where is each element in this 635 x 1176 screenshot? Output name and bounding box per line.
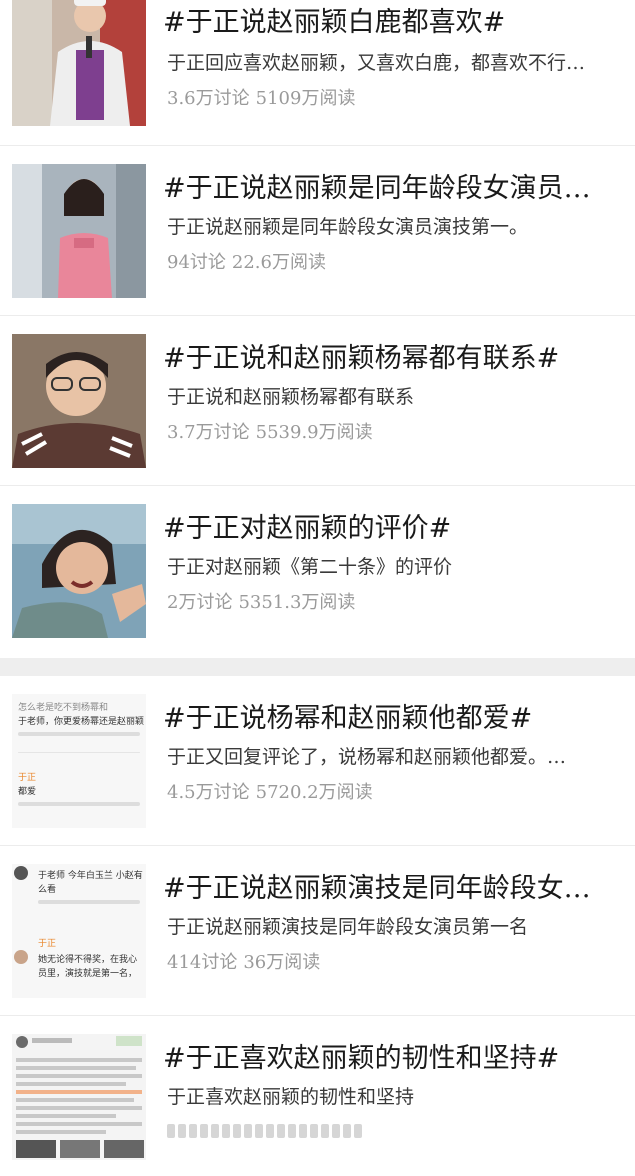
screenshot-text: 怎么老是吃不到杨幂和 <box>18 703 109 713</box>
person-photo-icon <box>12 504 146 638</box>
topic-list: #于正说赵丽颖白鹿都喜欢# 于正回应喜欢赵丽颖，又喜欢白鹿，都喜欢不行… 3.6… <box>0 0 635 1176</box>
topic-thumbnail[interactable] <box>12 164 146 298</box>
discussion-count: 4.5万讨论 <box>167 782 250 803</box>
topic-description: 于正说和赵丽颖杨幂都有联系 <box>167 386 415 408</box>
topic-title[interactable]: #于正说赵丽颖演技是同年龄段女… <box>163 866 623 905</box>
screenshot-text: 么看 <box>38 885 57 895</box>
topic-title[interactable]: #于正对赵丽颖的评价# <box>163 506 623 545</box>
read-count: 5720.2万阅读 <box>255 782 373 803</box>
screenshot-text: 于老师 今年白玉兰 小赵有 <box>38 871 143 881</box>
screenshot-text: 员里，演技就是第一名， <box>38 969 138 979</box>
screenshot-meta-line <box>18 732 140 736</box>
document-screenshot-icon <box>12 1034 146 1160</box>
topic-description: 于正又回复评论了，说杨幂和赵丽颖他都爱。… <box>167 746 567 768</box>
screenshot-username: 于正 <box>18 773 37 783</box>
topic-description: 于正对赵丽颖《第二十条》的评价 <box>167 556 453 578</box>
discussion-count: 3.7万讨论 <box>167 422 250 443</box>
topic-thumbnail[interactable] <box>12 1034 146 1160</box>
topic-stats: 2万讨论 5351.3万阅读 <box>167 588 622 614</box>
topic-description: 于正说赵丽颖演技是同年龄段女演员第一名 <box>167 916 529 938</box>
topic-thumbnail[interactable]: 于老师 今年白玉兰 小赵有 么看 于正 她无论得不得奖，在我心 员里，演技就是第… <box>12 864 146 998</box>
topic-thumbnail[interactable] <box>12 334 146 468</box>
blurred-stats <box>167 1124 362 1138</box>
topic-title[interactable]: #于正说赵丽颖是同年龄段女演员… <box>163 166 623 205</box>
read-count: 5109万阅读 <box>255 88 356 109</box>
screenshot-text: 都爱 <box>18 787 37 797</box>
person-photo-icon <box>12 164 146 298</box>
topic-stats: 94讨论 22.6万阅读 <box>167 248 622 274</box>
discussion-count: 414讨论 <box>167 952 238 973</box>
topic-item[interactable]: 于老师 今年白玉兰 小赵有 么看 于正 她无论得不得奖，在我心 员里，演技就是第… <box>0 846 635 1016</box>
read-count: 5351.3万阅读 <box>238 592 356 613</box>
avatar <box>14 950 28 964</box>
screenshot-text: 她无论得不得奖，在我心 <box>38 955 138 965</box>
topic-item[interactable]: 怎么老是吃不到杨幂和 于老师，你更爱杨幂还是赵丽颖 于正 都爱 #于正说杨幂和赵… <box>0 676 635 846</box>
topic-title[interactable]: #于正喜欢赵丽颖的韧性和坚持# <box>163 1036 623 1075</box>
avatar <box>14 866 28 880</box>
section-divider <box>0 658 635 676</box>
screenshot-username: 于正 <box>38 939 57 949</box>
topic-stats: 414讨论 36万阅读 <box>167 948 622 974</box>
topic-title[interactable]: #于正说和赵丽颖杨幂都有联系# <box>163 336 623 375</box>
topic-item[interactable]: #于正说和赵丽颖杨幂都有联系# 于正说和赵丽颖杨幂都有联系 3.7万讨论 5539… <box>0 316 635 486</box>
topic-item[interactable]: #于正说赵丽颖是同年龄段女演员… 于正说赵丽颖是同年龄段女演员演技第一。 94讨… <box>0 146 635 316</box>
discussion-count: 3.6万讨论 <box>167 88 250 109</box>
topic-description: 于正说赵丽颖是同年龄段女演员演技第一。 <box>167 216 529 238</box>
topic-stats: 4.5万讨论 5720.2万阅读 <box>167 778 622 804</box>
screenshot-divider <box>18 752 140 753</box>
screenshot-meta-line <box>38 900 140 904</box>
read-count: 22.6万阅读 <box>231 252 326 273</box>
person-photo-icon <box>12 0 146 126</box>
discussion-count: 2万讨论 <box>167 592 233 613</box>
topic-item[interactable]: #于正对赵丽颖的评价# 于正对赵丽颖《第二十条》的评价 2万讨论 5351.3万阅… <box>0 486 635 658</box>
person-photo-icon <box>12 334 146 468</box>
discussion-count: 94讨论 <box>167 252 226 273</box>
read-count: 36万阅读 <box>243 952 321 973</box>
topic-thumbnail[interactable] <box>12 504 146 638</box>
topic-description: 于正喜欢赵丽颖的韧性和坚持 <box>167 1086 415 1108</box>
topic-title[interactable]: #于正说杨幂和赵丽颖他都爱# <box>163 696 623 735</box>
topic-description: 于正回应喜欢赵丽颖，又喜欢白鹿，都喜欢不行… <box>167 52 586 74</box>
screenshot-meta-line <box>18 802 140 806</box>
topic-thumbnail[interactable]: 怎么老是吃不到杨幂和 于老师，你更爱杨幂还是赵丽颖 于正 都爱 <box>12 694 146 828</box>
topic-item[interactable]: #于正说赵丽颖白鹿都喜欢# 于正回应喜欢赵丽颖，又喜欢白鹿，都喜欢不行… 3.6… <box>0 0 635 146</box>
read-count: 5539.9万阅读 <box>255 422 373 443</box>
topic-item[interactable]: #于正喜欢赵丽颖的韧性和坚持# 于正喜欢赵丽颖的韧性和坚持 <box>0 1016 635 1176</box>
topic-title[interactable]: #于正说赵丽颖白鹿都喜欢# <box>163 0 623 39</box>
topic-stats: 3.6万讨论 5109万阅读 <box>167 84 622 110</box>
screenshot-text: 于老师，你更爱杨幂还是赵丽颖 <box>18 717 145 727</box>
topic-thumbnail[interactable] <box>12 0 146 126</box>
topic-stats: 3.7万讨论 5539.9万阅读 <box>167 418 622 444</box>
